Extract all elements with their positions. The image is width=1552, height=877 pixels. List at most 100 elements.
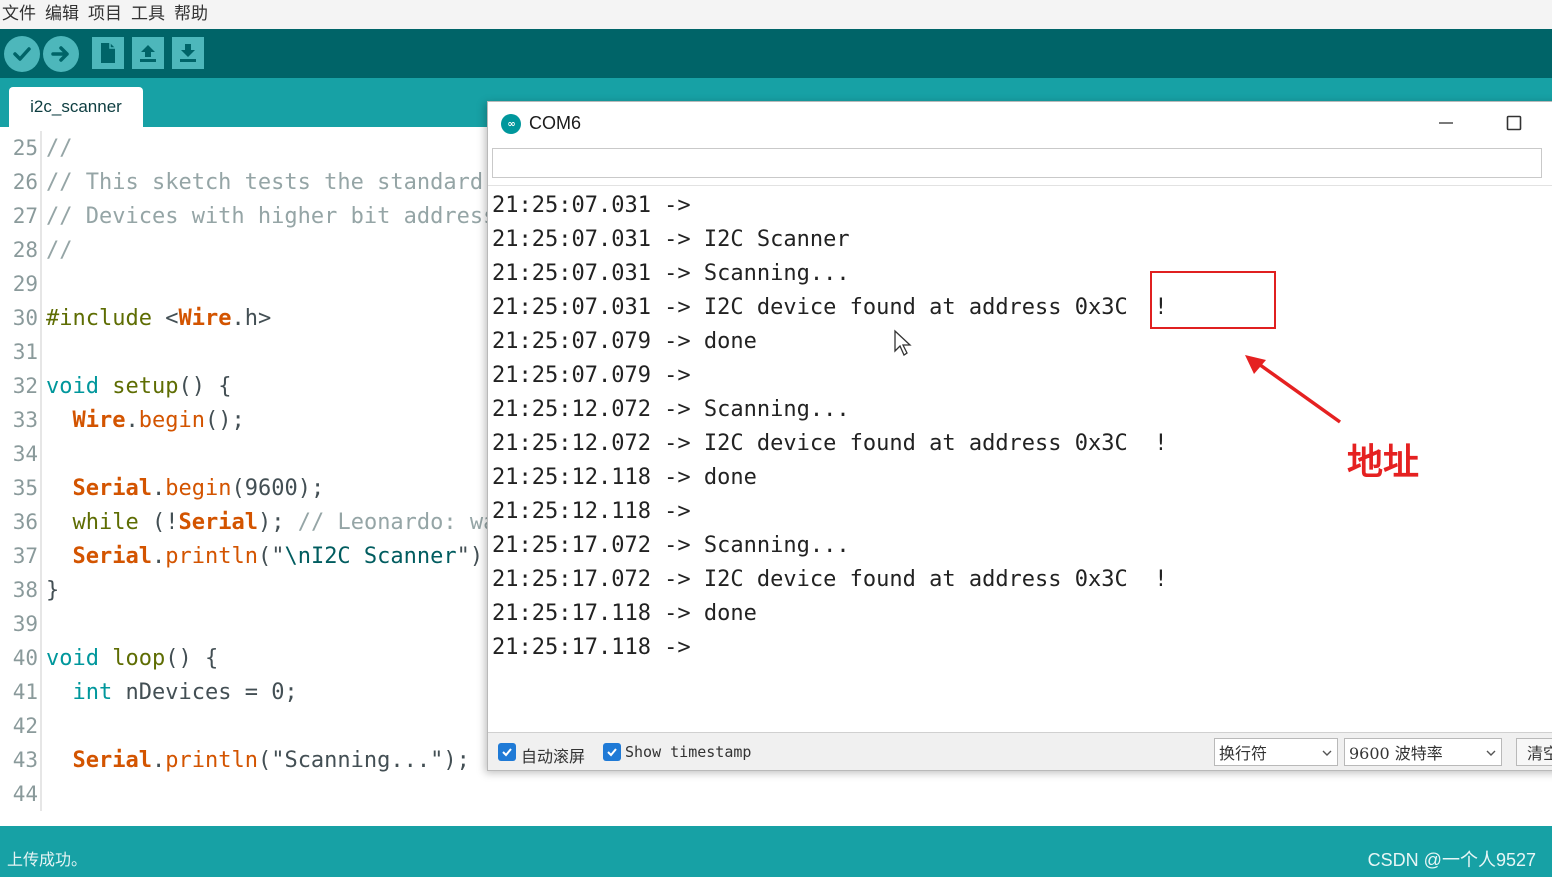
tab-i2c-scanner[interactable]: i2c_scanner xyxy=(9,87,143,127)
menu-edit[interactable]: 编辑 xyxy=(45,6,79,23)
chevron-down-icon xyxy=(1486,750,1496,756)
code-token: < xyxy=(165,305,179,331)
line-number: 28 xyxy=(12,238,38,262)
gutter-separator xyxy=(40,233,42,267)
checkmark-icon xyxy=(607,748,617,757)
line-number: 35 xyxy=(12,476,38,500)
code-token: } xyxy=(46,577,60,603)
line-number: 38 xyxy=(12,578,38,602)
code-token: Serial xyxy=(72,543,152,569)
code-line: 29 xyxy=(0,267,46,301)
code-token: \nI2C Scanner xyxy=(284,543,457,569)
code-token: .h> xyxy=(231,305,272,331)
new-button[interactable] xyxy=(92,37,124,69)
serial-output-line: 21:25:07.031 -> I2C device found at addr… xyxy=(492,294,1168,320)
serial-output-line: 21:25:12.118 -> done xyxy=(492,464,757,490)
code-token: while xyxy=(72,509,139,535)
code-token: void xyxy=(46,645,113,671)
line-number: 42 xyxy=(12,714,38,738)
code-line: 33 Wire. begin (); xyxy=(0,403,245,437)
upload-button[interactable] xyxy=(43,36,79,72)
status-bar: 上传成功。 CSDN @一个人9527 xyxy=(0,826,1552,877)
baud-rate-select[interactable]: 9600 波特率 xyxy=(1344,738,1502,766)
code-token: setup xyxy=(112,373,179,399)
code-token: Wire xyxy=(72,407,126,433)
code-token: int xyxy=(72,679,113,705)
code-line: 37 Serial. println (" \nI2C Scanner "); xyxy=(0,539,496,573)
code-token: ("Scanning..."); xyxy=(257,747,470,773)
menu-bar: 文件 编辑 项目 工具 帮助 xyxy=(0,0,1552,29)
gutter-separator xyxy=(40,573,42,607)
code-token: () { xyxy=(178,373,232,399)
serial-output-line: 21:25:17.118 -> done xyxy=(492,600,757,626)
gutter-separator xyxy=(40,607,42,641)
line-number: 25 xyxy=(12,136,38,160)
line-number: 43 xyxy=(12,748,38,772)
download-arrow-icon xyxy=(180,44,196,62)
serial-bottom-bar: 自动滚屏 Show timestamp 换行符 9600 波特率 清空 xyxy=(488,732,1552,770)
menu-help[interactable]: 帮助 xyxy=(174,6,208,23)
gutter-separator xyxy=(40,199,42,233)
gutter-separator xyxy=(40,505,42,539)
code-line: 25 // xyxy=(0,131,73,165)
line-number: 44 xyxy=(12,782,38,806)
code-token: (! xyxy=(138,509,179,535)
arduino-logo-icon: ∞ xyxy=(501,114,521,134)
code-token: println xyxy=(165,747,258,773)
code-token: (" xyxy=(257,543,285,569)
code-line: 35 Serial. begin (9600); xyxy=(0,471,324,505)
clear-output-button[interactable]: 清空 xyxy=(1516,738,1552,766)
code-line: 41 int nDevices = 0; xyxy=(0,675,298,709)
address-highlight-box xyxy=(1150,271,1276,329)
serial-output-line: 21:25:07.079 -> xyxy=(492,362,704,388)
gutter-separator xyxy=(40,403,42,437)
menu-file[interactable]: 文件 xyxy=(2,6,36,23)
serial-output-line: 21:25:07.079 -> done xyxy=(492,328,757,354)
mouse-cursor-icon xyxy=(894,329,912,356)
serial-output-line: 21:25:07.031 -> xyxy=(492,192,704,218)
maximize-button[interactable] xyxy=(1496,108,1532,138)
code-line: 38} xyxy=(0,573,59,607)
baud-rate-value: 9600 波特率 xyxy=(1349,744,1443,763)
serial-monitor-titlebar[interactable]: ∞ COM6 xyxy=(488,102,1552,145)
gutter-separator xyxy=(40,539,42,573)
gutter-separator xyxy=(40,131,42,165)
minimize-button[interactable] xyxy=(1428,108,1464,138)
line-ending-value: 换行符 xyxy=(1219,744,1268,763)
code-token: ); xyxy=(257,509,298,535)
line-number: 41 xyxy=(12,680,38,704)
serial-send-input[interactable] xyxy=(492,148,1542,178)
gutter-separator xyxy=(40,641,42,675)
gutter-separator xyxy=(40,709,42,743)
code-token: println xyxy=(165,543,258,569)
code-token: nDevices = 0; xyxy=(112,679,298,705)
save-button[interactable] xyxy=(172,37,204,69)
line-number: 32 xyxy=(12,374,38,398)
line-ending-select[interactable]: 换行符 xyxy=(1214,738,1338,766)
gutter-separator xyxy=(40,471,42,505)
menu-sketch[interactable]: 项目 xyxy=(88,6,122,23)
code-line: 32 void setup() { xyxy=(0,369,231,403)
autoscroll-checkbox[interactable] xyxy=(498,743,516,761)
menu-tools[interactable]: 工具 xyxy=(131,6,165,23)
gutter-separator xyxy=(40,301,42,335)
code-line: 28 // xyxy=(0,233,73,267)
watermark: CSDN @一个人9527 xyxy=(1367,850,1536,870)
show-timestamp-checkbox[interactable] xyxy=(603,743,621,761)
serial-output-line: 21:25:12.072 -> I2C device found at addr… xyxy=(492,430,1168,456)
chevron-down-icon xyxy=(1322,750,1332,756)
serial-output-line: 21:25:17.072 -> Scanning... xyxy=(492,532,850,558)
code-token: begin xyxy=(165,475,232,501)
upload-arrow-icon xyxy=(140,45,156,62)
code-token: . xyxy=(125,407,139,433)
code-token: Serial xyxy=(72,475,152,501)
open-button[interactable] xyxy=(132,37,164,69)
code-token: Serial xyxy=(178,509,258,535)
verify-button[interactable] xyxy=(4,36,40,72)
code-token: void xyxy=(46,373,113,399)
code-token: (); xyxy=(204,407,245,433)
